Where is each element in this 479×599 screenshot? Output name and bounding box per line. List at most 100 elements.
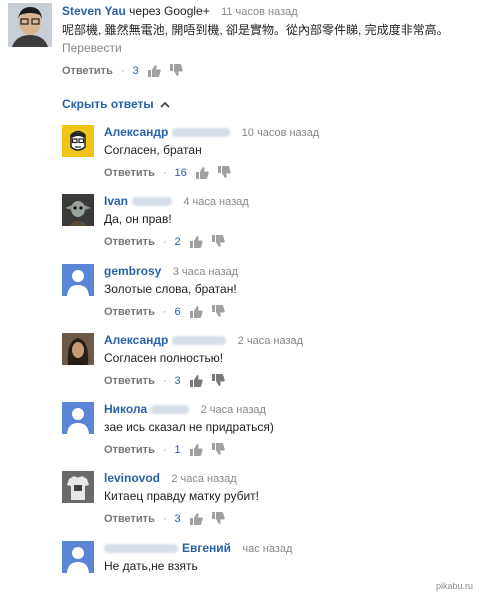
reply-button[interactable]: Ответить [104, 375, 155, 387]
chevron-up-icon [159, 101, 170, 108]
reply-header: Евгений час назад [104, 541, 292, 555]
reply-header: gembrosy 3 часа назад [104, 264, 238, 278]
reply-text: Не дать,не взять [104, 559, 198, 573]
avatar-photo-icon [62, 333, 94, 365]
separator-dot: · [162, 166, 167, 179]
like-count: 2 [174, 235, 181, 248]
reply-item: Евгений час назад Не дать,не взять [62, 541, 472, 591]
thumbs-down-icon[interactable] [211, 235, 225, 248]
watermark: pikabu.ru [435, 581, 473, 591]
translate-link[interactable]: Перевести [62, 41, 122, 55]
reply-item: Александр 10 часов назад Согласен, брата… [62, 125, 472, 191]
separator-dot: · [162, 374, 167, 387]
reply-actions: Ответить · 6 [104, 305, 225, 318]
reply-text: Китаец правду матку рубит! [104, 489, 259, 503]
thumbs-down-icon[interactable] [169, 64, 183, 77]
avatar[interactable] [62, 264, 94, 296]
blurred-surname [132, 197, 173, 207]
timestamp[interactable]: 2 часа назад [238, 335, 303, 347]
timestamp[interactable]: 3 часа назад [173, 266, 238, 278]
reply-actions: Ответить · 16 [104, 166, 231, 179]
avatar[interactable] [62, 541, 94, 573]
reply-actions: Ответить · 1 [104, 443, 225, 456]
reply-button[interactable]: Ответить [62, 65, 113, 77]
avatar[interactable] [62, 402, 94, 434]
reply-item: Никола 2 часа назад зае ись сказал не пр… [62, 402, 472, 468]
timestamp[interactable]: 2 часа назад [171, 473, 236, 485]
blurred-surname [172, 336, 227, 346]
thumbs-up-icon[interactable] [189, 305, 203, 318]
thumbs-up-icon[interactable] [195, 166, 209, 179]
reply-button[interactable]: Ответить [104, 306, 155, 318]
avatar-photo-icon [8, 3, 52, 47]
timestamp[interactable]: 11 часов назад [221, 6, 298, 18]
thumbs-down-icon[interactable] [211, 443, 225, 456]
reply-item: Александр 2 часа назад Согласен полность… [62, 333, 472, 399]
author-name[interactable]: Александр [104, 125, 168, 139]
reply-header: levinovod 2 часа назад [104, 471, 237, 485]
avatar-photo-icon [62, 194, 94, 226]
avatar-cartoon-face-icon [62, 125, 94, 157]
avatar[interactable] [8, 3, 52, 47]
like-count: 3 [174, 512, 181, 525]
via-label: через Google+ [129, 4, 210, 18]
reply-header: Александр 10 часов назад [104, 125, 319, 139]
avatar[interactable] [62, 194, 94, 226]
avatar[interactable] [62, 125, 94, 157]
reply-item: gembrosy 3 часа назад Золотые слова, бра… [62, 264, 472, 330]
blurred-surname [151, 405, 190, 415]
reply-actions: Ответить · 3 [104, 512, 225, 525]
author-name[interactable]: Евгений [182, 541, 231, 555]
blurred-surname [104, 544, 178, 554]
reply-text: зае ись сказал не придраться) [104, 420, 274, 434]
thumbs-up-icon[interactable] [189, 235, 203, 248]
timestamp[interactable]: 4 часа назад [183, 196, 248, 208]
author-name[interactable]: Steven Yau [62, 4, 126, 18]
author-name[interactable]: Никола [104, 402, 147, 416]
default-user-icon [62, 541, 94, 573]
avatar[interactable] [62, 471, 94, 503]
reply-header: Ivan 4 часа назад [104, 194, 249, 208]
like-count: 3 [132, 64, 139, 77]
hide-replies-button[interactable]: Скрыть ответы [62, 97, 170, 111]
thumbs-up-icon[interactable] [189, 374, 203, 387]
like-count: 1 [174, 443, 181, 456]
separator-dot: · [162, 235, 167, 248]
avatar[interactable] [62, 333, 94, 365]
blurred-surname [172, 128, 231, 138]
reply-button[interactable]: Ответить [104, 444, 155, 456]
reply-actions: Ответить · 2 [104, 235, 225, 248]
thumbs-up-icon[interactable] [147, 64, 161, 77]
author-name[interactable]: Александр [104, 333, 168, 347]
comment-text: 呢部機, 雖然無電池, 開唔到機, 卻是實物。從內部零件睇, 完成度非常高。 [62, 23, 449, 37]
thumbs-down-icon[interactable] [217, 166, 231, 179]
like-count: 6 [174, 305, 181, 318]
thumbs-down-icon[interactable] [211, 305, 225, 318]
timestamp[interactable]: 2 часа назад [201, 404, 266, 416]
reply-button[interactable]: Ответить [104, 513, 155, 525]
author-name[interactable]: Ivan [104, 194, 128, 208]
reply-item: Ivan 4 часа назад Да, он прав! Ответить … [62, 194, 472, 260]
separator-dot: · [120, 64, 125, 77]
author-name[interactable]: gembrosy [104, 264, 161, 278]
thumbs-down-icon[interactable] [211, 374, 225, 387]
reply-text: Согласен полностью! [104, 351, 224, 365]
reply-text: Да, он прав! [104, 212, 172, 226]
reply-text: Золотые слова, братан! [104, 282, 237, 296]
reply-actions: Ответить · 3 [104, 374, 225, 387]
avatar-tshirt-icon [62, 471, 94, 503]
thumbs-up-icon[interactable] [189, 512, 203, 525]
reply-button[interactable]: Ответить [104, 236, 155, 248]
comment-actions: Ответить · 3 [62, 64, 183, 77]
timestamp[interactable]: час назад [242, 543, 292, 555]
author-name[interactable]: levinovod [104, 471, 160, 485]
hide-replies-label: Скрыть ответы [62, 97, 154, 111]
timestamp[interactable]: 10 часов назад [242, 127, 319, 139]
thumbs-down-icon[interactable] [211, 512, 225, 525]
default-user-icon [62, 264, 94, 296]
reply-item: levinovod 2 часа назад Китаец правду мат… [62, 471, 472, 537]
thumbs-up-icon[interactable] [189, 443, 203, 456]
reply-header: Александр 2 часа назад [104, 333, 303, 347]
comment-header: Steven Yau через Google+ 11 часов назад [62, 4, 298, 18]
reply-button[interactable]: Ответить [104, 167, 155, 179]
